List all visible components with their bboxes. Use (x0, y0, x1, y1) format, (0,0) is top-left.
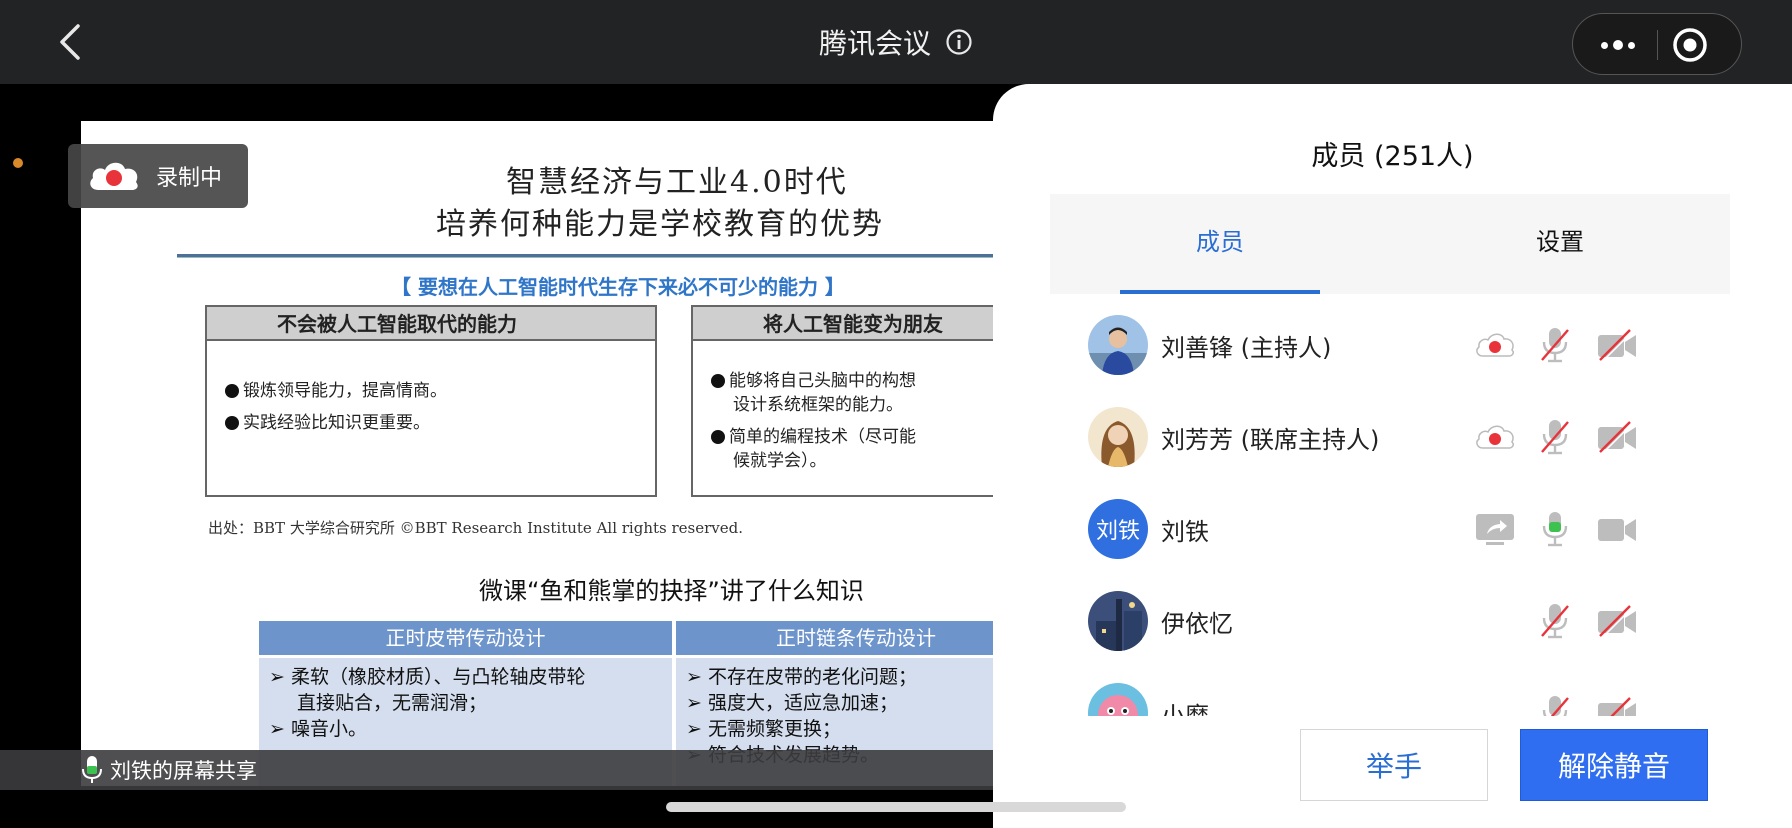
camera-off-icon[interactable] (1596, 694, 1638, 716)
avatar (1088, 315, 1148, 375)
mic-active-icon[interactable] (1538, 510, 1572, 548)
box-item: 简单的编程技术（尽可能 (693, 425, 1001, 449)
app-title-wrap: 腾讯会议 (0, 0, 1792, 84)
member-name: 伊依忆 (1161, 610, 1233, 638)
mini-program-capsule (1572, 13, 1742, 75)
ability-box-left: 不会被人工智能取代的能力 锻炼领导能力，提高情商。 实践经验比知识更重要。 (205, 305, 657, 497)
box-item: 实践经验比知识更重要。 (207, 411, 655, 435)
capsule-divider (1657, 30, 1658, 60)
mic-muted-icon[interactable] (1538, 602, 1572, 640)
member-name: 刘芳芳 (联席主持人) (1161, 426, 1380, 454)
slide-divider (177, 254, 1001, 258)
recording-badge[interactable]: 录制中 (68, 144, 248, 208)
tab-settings[interactable]: 设置 (1390, 194, 1730, 294)
member-row[interactable]: 伊依忆 (1088, 580, 1708, 660)
member-name: 刘善锋 (主持人) (1161, 334, 1332, 362)
table-line: ➢ 强度大，适应急加速； (686, 692, 898, 714)
box-item: 能够将自己头脑中的构想 (693, 369, 1001, 393)
box-item: 锻炼领导能力，提高情商。 (207, 379, 655, 403)
member-name: 小糜 (1161, 702, 1209, 716)
tab-active-indicator (1120, 290, 1320, 294)
panel-tabs: 成员 设置 (1050, 194, 1730, 294)
top-bar: 腾讯会议 (0, 0, 1792, 84)
slide-title-line2: 培养何种能力是学校教育的优势 (436, 207, 884, 242)
slide-source: 出处：BBT 大学综合研究所 ©BBT Research Institute A… (208, 519, 743, 537)
slide-section-title: 微课“鱼和熊掌的抉择”讲了什么知识 (479, 577, 864, 605)
table-header-chain: 正时链条传动设计 (676, 621, 1001, 655)
slide-subtitle: 【 要想在人工智能时代生存下来必不可少的能力 】 (391, 275, 845, 299)
tab-members[interactable]: 成员 (1050, 194, 1390, 294)
table-line: ➢ 无需频繁更换； (686, 718, 841, 740)
box-header: 不会被人工智能取代的能力 (207, 307, 655, 341)
table-header-belt: 正时皮带传动设计 (259, 621, 672, 655)
avatar (1088, 591, 1148, 651)
member-name: 刘铁 (1161, 518, 1209, 546)
member-row[interactable]: 刘善锋 (主持人) (1088, 304, 1708, 384)
box-item-cont: 设计系统框架的能力。 (733, 395, 903, 415)
panel-title: 成员 (251人) (1311, 141, 1474, 172)
mic-active-icon (82, 756, 102, 783)
cloud-recording-icon (1476, 425, 1514, 449)
screen-share-bar: 刘铁的屏幕共享 (0, 750, 1000, 790)
member-row[interactable]: 刘铁 刘铁 (1088, 488, 1708, 568)
ability-box-right: 将人工智能变为朋友 能够将自己头脑中的构想 设计系统框架的能力。 简单的编程技术… (691, 305, 1001, 497)
camera-on-icon[interactable] (1596, 510, 1638, 548)
cloud-recording-icon (90, 162, 138, 190)
camera-off-icon[interactable] (1596, 418, 1638, 456)
app-title: 腾讯会议 (818, 27, 931, 60)
info-icon[interactable] (945, 28, 973, 56)
mic-muted-icon[interactable] (1538, 694, 1572, 716)
table-line: ➢ 柔软（橡胶材质）、与凸轮轴皮带轮 (269, 666, 586, 688)
member-list[interactable]: 刘善锋 (主持人) 刘芳芳 (联席主持人) 刘铁 刘铁 伊依忆 小糜 (993, 304, 1792, 716)
unmute-button[interactable]: 解除静音 (1520, 729, 1708, 801)
member-row[interactable]: 刘芳芳 (联席主持人) (1088, 396, 1708, 476)
box-header: 将人工智能变为朋友 (693, 307, 1001, 341)
shared-screen-slide: 智慧经济与工业4.0时代 培养何种能力是学校教育的优势 【 要想在人工智能时代生… (81, 121, 1001, 786)
recording-label: 录制中 (156, 166, 223, 191)
camera-off-icon[interactable] (1596, 602, 1638, 640)
avatar (1088, 683, 1148, 716)
home-indicator[interactable] (666, 802, 1126, 812)
mic-muted-icon[interactable] (1538, 418, 1572, 456)
members-panel: 成员 (251人) 成员 设置 刘善锋 (主持人) 刘芳芳 (联席主持人) 刘铁… (993, 84, 1792, 828)
table-line: 直接贴合，无需润滑； (297, 692, 488, 714)
screen-share-label: 刘铁的屏幕共享 (110, 759, 257, 783)
avatar: 刘铁 (1088, 499, 1148, 559)
cloud-recording-icon (1476, 333, 1514, 357)
raise-hand-button[interactable]: 举手 (1300, 729, 1488, 801)
more-options-icon[interactable] (1587, 25, 1649, 65)
avatar (1088, 407, 1148, 467)
slide-title-line1: 智慧经济与工业4.0时代 (506, 165, 848, 200)
mic-muted-icon[interactable] (1538, 326, 1572, 364)
status-dot (13, 158, 23, 168)
screen-share-icon (1476, 514, 1514, 545)
camera-off-icon[interactable] (1596, 326, 1638, 364)
member-row[interactable]: 小糜 (1088, 672, 1708, 716)
close-target-icon[interactable] (1671, 26, 1709, 64)
table-line: ➢ 不存在皮带的老化问题； (686, 666, 917, 688)
table-line: ➢ 噪音小。 (269, 718, 367, 740)
box-item-cont: 候就学会）。 (733, 451, 827, 471)
